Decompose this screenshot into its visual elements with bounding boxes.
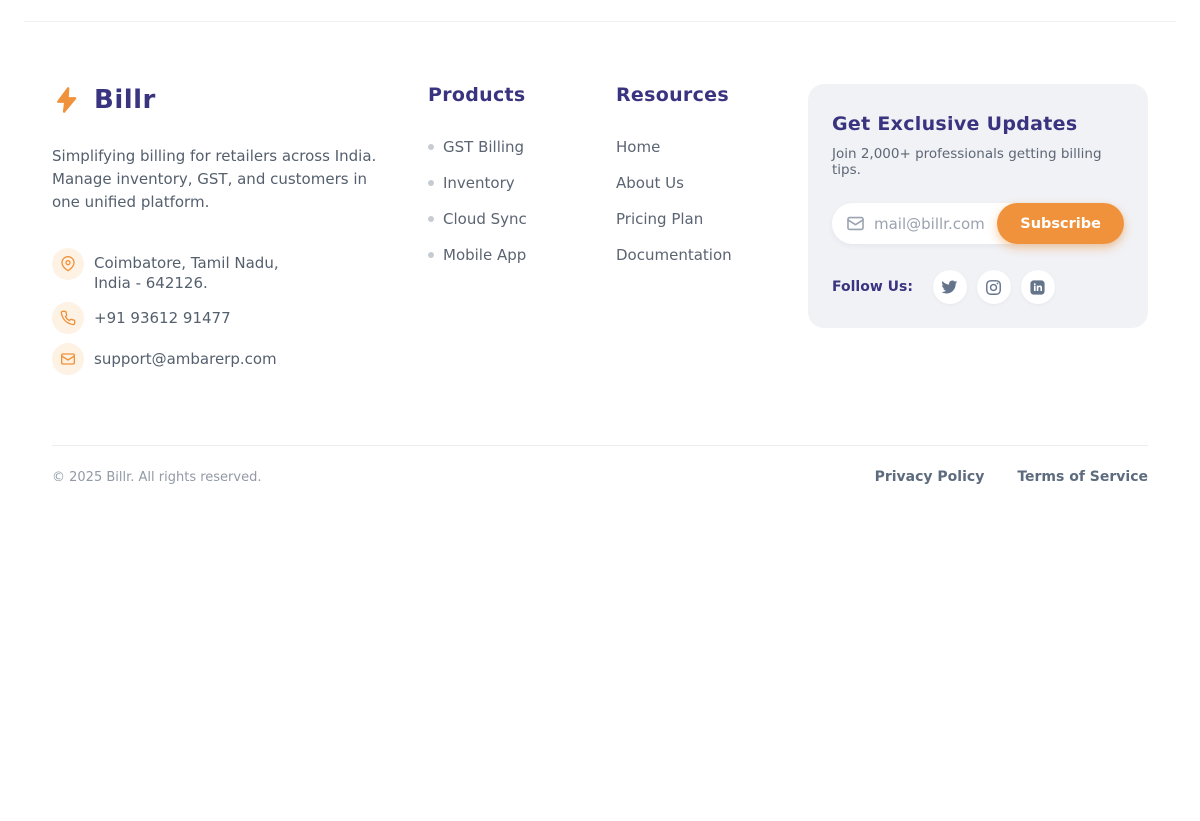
- footer-main: Billr Simplifying billing for retailers …: [0, 22, 1200, 384]
- twitter-icon: [941, 279, 958, 296]
- products-column: Products GST Billing Inventory Cloud Syn…: [428, 84, 578, 281]
- bottom-bar: © 2025 Billr. All rights reserved. Priva…: [0, 446, 1200, 508]
- resource-link-label: Documentation: [616, 246, 732, 264]
- resource-link-documentation[interactable]: Documentation: [616, 245, 756, 264]
- lightning-bolt-icon: [52, 84, 82, 116]
- resource-link-label: Pricing Plan: [616, 210, 703, 228]
- email-input[interactable]: [874, 215, 997, 233]
- legal-links: Privacy Policy Terms of Service: [875, 469, 1148, 485]
- product-link-label: Cloud Sync: [443, 210, 527, 228]
- product-link-cloud-sync[interactable]: Cloud Sync: [428, 209, 578, 228]
- linkedin-button[interactable]: [1021, 270, 1055, 304]
- brand-column: Billr Simplifying billing for retailers …: [52, 84, 382, 384]
- resource-link-about-us[interactable]: About Us: [616, 173, 756, 192]
- follow-row: Follow Us:: [832, 270, 1124, 304]
- contact-email[interactable]: support@ambarerp.com: [94, 343, 277, 369]
- contact-phone[interactable]: +91 93612 91477: [94, 302, 231, 328]
- product-link-inventory[interactable]: Inventory: [428, 173, 578, 192]
- bullet-icon: [428, 216, 434, 222]
- product-link-mobile-app[interactable]: Mobile App: [428, 245, 578, 264]
- contact-email-row: support@ambarerp.com: [52, 343, 382, 375]
- product-link-gst-billing[interactable]: GST Billing: [428, 137, 578, 156]
- newsletter-title: Get Exclusive Updates: [832, 113, 1124, 135]
- resources-column: Resources Home About Us Pricing Plan Doc…: [616, 84, 756, 281]
- linkedin-icon: [1029, 279, 1046, 296]
- newsletter-subtitle: Join 2,000+ professionals getting billin…: [832, 146, 1124, 178]
- mail-icon: [846, 214, 865, 233]
- instagram-icon: [985, 279, 1002, 296]
- resources-list: Home About Us Pricing Plan Documentation: [616, 137, 756, 264]
- products-list: GST Billing Inventory Cloud Sync Mobile …: [428, 137, 578, 264]
- product-link-label: GST Billing: [443, 138, 524, 156]
- address-line-1: Coimbatore, Tamil Nadu,: [94, 253, 279, 273]
- bullet-icon: [428, 252, 434, 258]
- product-link-label: Inventory: [443, 174, 515, 192]
- brand-name: Billr: [94, 85, 156, 115]
- terms-of-service-link[interactable]: Terms of Service: [1017, 469, 1148, 485]
- resource-link-label: Home: [616, 138, 660, 156]
- newsletter-card: Get Exclusive Updates Join 2,000+ profes…: [808, 84, 1148, 328]
- resource-link-pricing-plan[interactable]: Pricing Plan: [616, 209, 756, 228]
- products-title: Products: [428, 84, 578, 106]
- resource-link-home[interactable]: Home: [616, 137, 756, 156]
- twitter-button[interactable]: [933, 270, 967, 304]
- phone-icon: [52, 302, 84, 334]
- resource-link-label: About Us: [616, 174, 684, 192]
- subscribe-button[interactable]: Subscribe: [997, 203, 1124, 244]
- bullet-icon: [428, 144, 434, 150]
- contact-address: Coimbatore, Tamil Nadu, India - 642126.: [94, 248, 279, 293]
- instagram-button[interactable]: [977, 270, 1011, 304]
- envelope-icon: [52, 343, 84, 375]
- bullet-icon: [428, 180, 434, 186]
- privacy-policy-link[interactable]: Privacy Policy: [875, 469, 985, 485]
- resources-title: Resources: [616, 84, 756, 106]
- address-line-2: India - 642126.: [94, 273, 279, 293]
- location-pin-icon: [52, 248, 84, 280]
- follow-us-label: Follow Us:: [832, 279, 913, 295]
- copyright-text: © 2025 Billr. All rights reserved.: [52, 470, 261, 485]
- contact-list: Coimbatore, Tamil Nadu, India - 642126. …: [52, 248, 382, 375]
- contact-address-row: Coimbatore, Tamil Nadu, India - 642126.: [52, 248, 382, 293]
- product-link-label: Mobile App: [443, 246, 526, 264]
- subscribe-form: Subscribe: [832, 203, 1124, 244]
- social-links: [933, 270, 1055, 304]
- brand-logo[interactable]: Billr: [52, 84, 382, 116]
- brand-description: Simplifying billing for retailers across…: [52, 145, 382, 214]
- contact-phone-row: +91 93612 91477: [52, 302, 382, 334]
